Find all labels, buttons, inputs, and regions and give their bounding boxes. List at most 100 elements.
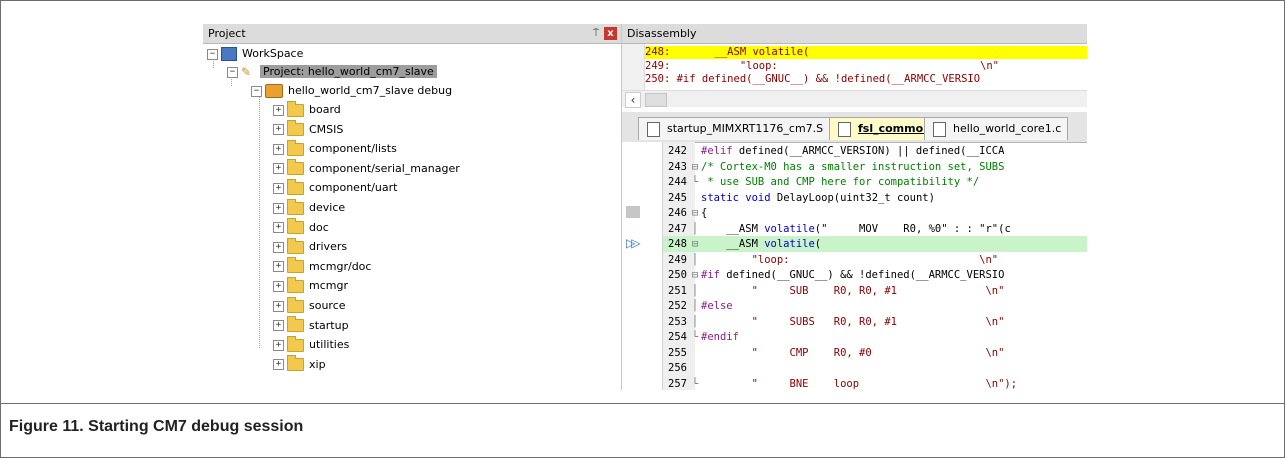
tree-item-target[interactable]: − hello_world_cm7_slave debug: [251, 82, 452, 100]
fold-marker[interactable]: │: [689, 314, 701, 330]
tree-item-folder[interactable]: + component/uart: [273, 178, 397, 197]
fold-marker[interactable]: ⊟: [689, 205, 701, 221]
tree-item-folder[interactable]: + component/lists: [273, 139, 397, 158]
tab-label: hello_world_core1.c: [953, 122, 1062, 135]
fold-marker[interactable]: └: [689, 174, 701, 190]
tree-item-label: xip: [309, 357, 326, 371]
disassembly-header: Disassembly: [622, 24, 1087, 44]
pin-icon[interactable]: ⍑: [593, 24, 599, 43]
code-line[interactable]: 244 └ * use SUB and CMP here for compatib…: [663, 174, 1087, 190]
close-icon[interactable]: x: [604, 27, 617, 40]
folder-icon: [287, 139, 304, 156]
scroll-left-icon[interactable]: ‹: [625, 92, 641, 108]
code-line[interactable]: 242 #elif defined(__ARMCC_VERSION) || def…: [663, 143, 1087, 159]
expand-icon[interactable]: +: [273, 261, 284, 273]
fold-marker[interactable]: └: [689, 329, 701, 345]
expand-icon[interactable]: +: [273, 339, 284, 351]
disassembly-line[interactable]: 249: "loop: \n": [645, 60, 1087, 73]
tree-item-project[interactable]: − ✎ Project: hello_world_cm7_slave: [227, 63, 437, 81]
tree-item-folder[interactable]: + source: [273, 296, 346, 315]
fold-marker[interactable]: │: [689, 298, 701, 314]
tree-item-folder[interactable]: + device: [273, 198, 346, 217]
tree-item-folder[interactable]: + xip: [273, 355, 326, 374]
expand-icon[interactable]: +: [273, 104, 284, 116]
code-line[interactable]: 246 ⊟{: [663, 205, 1087, 221]
folder-icon: [287, 276, 304, 293]
code-line[interactable]: 255 " CMP R0, #0 \n": [663, 345, 1087, 361]
fold-marker[interactable]: ⊟: [689, 236, 701, 252]
tree-item-folder[interactable]: + mcmgr: [273, 276, 348, 295]
expand-icon[interactable]: +: [273, 143, 284, 155]
disassembly-gutter: [622, 44, 645, 90]
tree-item-folder[interactable]: + component/serial_manager: [273, 159, 460, 178]
expand-icon[interactable]: +: [273, 222, 284, 234]
tree-item-folder[interactable]: + startup: [273, 316, 349, 335]
code-line[interactable]: 248 ⊟ __ASM volatile(: [663, 236, 1087, 253]
code-line[interactable]: 256: [663, 360, 1087, 376]
ide-screenshot: Project ⍑ x − WorkSpace − ✎ Project: hello_…: [203, 24, 1087, 390]
tree-item-folder[interactable]: + drivers: [273, 237, 347, 256]
tree-item-workspace[interactable]: − WorkSpace: [207, 45, 303, 63]
expand-icon[interactable]: +: [273, 182, 284, 194]
folder-icon: [287, 218, 304, 235]
code-line[interactable]: 245 static void DelayLoop(uint32_t count): [663, 190, 1087, 206]
line-number: 244: [668, 176, 687, 188]
tree-item-folder[interactable]: + board: [273, 100, 341, 119]
code-line[interactable]: 250 ⊟ #if defined(__GNUC__) && !defined(__…: [663, 267, 1087, 283]
code-token: * use SUB and CMP here for compatibility…: [701, 176, 980, 188]
code-line[interactable]: 247 │ __ASM volatile(" MOV R0, %0" : : "r…: [663, 221, 1087, 237]
fold-marker[interactable]: ⊟: [689, 267, 701, 283]
collapse-icon[interactable]: −: [227, 66, 238, 78]
fold-marker[interactable]: │: [689, 221, 701, 237]
folder-icon: [287, 355, 304, 372]
code-token: {: [701, 207, 708, 219]
tree-item-label: utilities: [309, 338, 350, 352]
fold-marker[interactable]: │: [689, 283, 701, 299]
code-line[interactable]: 243 ⊟/* Cortex-M0 has a smaller instructi…: [663, 159, 1087, 175]
disassembly-line[interactable]: 248: __ASM volatile(: [645, 46, 1087, 59]
horizontal-scrollbar[interactable]: ‹: [622, 90, 1087, 108]
editor-tabs: startup_MIMXRT1176_cm7.S fsl_common.c hell…: [622, 112, 1087, 143]
breakpoint-marker[interactable]: [626, 206, 640, 218]
tree-item-label: device: [309, 201, 346, 214]
code-line[interactable]: 252 │ #else: [663, 298, 1087, 314]
expand-icon[interactable]: +: [273, 241, 284, 253]
expand-icon[interactable]: +: [273, 359, 284, 371]
folder-icon: [287, 159, 304, 176]
disassembly-line[interactable]: 250: #if defined(__GNUC__) && !defined(_…: [645, 73, 1087, 86]
code-line[interactable]: 257 └ " BNE loop \n");: [663, 376, 1087, 391]
code-token: DelayLoop(uint32_t count): [770, 191, 935, 204]
collapse-icon[interactable]: −: [207, 48, 218, 60]
tab-file[interactable]: startup_MIMXRT1176_cm7.S: [638, 117, 831, 140]
line-number: 249: [668, 253, 687, 266]
code-token: __ASM: [701, 238, 765, 250]
code-token: #endif: [701, 331, 739, 343]
expand-icon[interactable]: +: [273, 202, 284, 214]
line-number: 243: [668, 160, 687, 173]
line-number: 242: [668, 145, 687, 157]
fold-marker[interactable]: │: [689, 252, 701, 268]
code-token: " CMP R0, #0 \n": [701, 346, 1005, 359]
collapse-icon[interactable]: −: [251, 85, 262, 97]
expand-icon[interactable]: +: [273, 320, 284, 332]
code-line[interactable]: 254 └ #endif: [663, 329, 1087, 345]
tab-file[interactable]: hello_world_core1.c: [924, 117, 1069, 140]
expand-icon[interactable]: +: [273, 163, 284, 175]
code-token: __ASM: [701, 222, 765, 235]
code-line[interactable]: 251 │ " SUB R0, R0, #1 \n": [663, 283, 1087, 299]
scrollbar-thumb[interactable]: [645, 93, 667, 107]
line-number: 257: [668, 377, 687, 390]
breakpoint-gutter[interactable]: ▷▷: [622, 142, 662, 390]
code-line[interactable]: 249 │ "loop: \n": [663, 252, 1087, 268]
fold-marker[interactable]: ⊟: [689, 159, 701, 175]
expand-icon[interactable]: +: [273, 124, 284, 136]
tree-item-folder[interactable]: + CMSIS: [273, 120, 343, 139]
tree-item-folder[interactable]: + doc: [273, 218, 329, 237]
tree-item-label: doc: [309, 220, 329, 234]
expand-icon[interactable]: +: [273, 280, 284, 292]
tree-item-folder[interactable]: + mcmgr/doc: [273, 257, 371, 276]
expand-icon[interactable]: +: [273, 300, 284, 312]
fold-marker[interactable]: └: [689, 376, 701, 391]
code-line[interactable]: 253 │ " SUBS R0, R0, #1 \n": [663, 314, 1087, 330]
tree-item-folder[interactable]: + utilities: [273, 335, 350, 354]
